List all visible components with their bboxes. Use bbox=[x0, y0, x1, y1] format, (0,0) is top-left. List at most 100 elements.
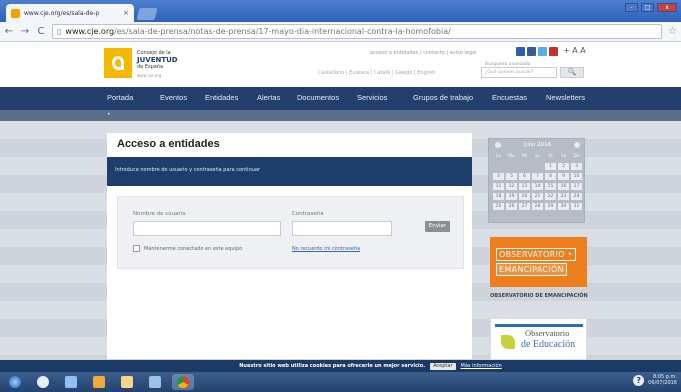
nav-encuestas[interactable]: Encuestas bbox=[492, 93, 527, 102]
calendar-day[interactable]: 13 bbox=[519, 183, 530, 190]
blogger-icon[interactable] bbox=[516, 47, 525, 56]
calendar-day[interactable]: 8 bbox=[545, 173, 556, 180]
calendar-day[interactable]: 2 bbox=[558, 163, 569, 170]
maximize-button[interactable]: □ bbox=[641, 3, 654, 12]
forgot-password-link[interactable]: No recuerdo mi contraseña bbox=[292, 246, 360, 252]
calendar-day[interactable]: 4 bbox=[493, 173, 504, 180]
calendar-day[interactable]: 5 bbox=[506, 173, 517, 180]
calendar-day[interactable]: 19 bbox=[506, 193, 517, 200]
calendar-day[interactable]: 6 bbox=[519, 173, 530, 180]
cje-logo[interactable] bbox=[104, 48, 132, 78]
page-icon: ▯ bbox=[57, 27, 62, 36]
nav-grupos-de-trabajo[interactable]: Grupos de trabajo bbox=[413, 93, 473, 102]
observatorio-educacion-banner[interactable]: Observatorio de Educación bbox=[490, 318, 587, 360]
nav-newsletters[interactable]: Newsletters bbox=[546, 93, 585, 102]
start-button[interactable] bbox=[4, 374, 26, 390]
calendar-weekday: Mi bbox=[521, 154, 528, 159]
help-icon[interactable]: ? bbox=[633, 374, 645, 386]
password-label: Contraseña bbox=[292, 211, 324, 217]
address-bar[interactable]: ▯ www.cje.org/es/sala-de-prensa/notas-de… bbox=[52, 24, 663, 39]
calendar-day[interactable]: 15 bbox=[545, 183, 556, 190]
calendar-day[interactable]: 11 bbox=[493, 183, 504, 190]
browser-tab[interactable]: www.cje.org/es/sala-de-p × bbox=[6, 4, 134, 22]
calendar-day[interactable]: 29 bbox=[545, 203, 556, 210]
calendar-day[interactable]: 16 bbox=[558, 183, 569, 190]
taskbar-media[interactable] bbox=[88, 374, 110, 390]
tab-close-icon[interactable]: × bbox=[123, 9, 129, 17]
remember-label: Mantenerme conectado en este equipo bbox=[144, 245, 243, 252]
calendar-grid: Lu Ma Mi Ju Vi Sá Do 1 2 3 4 5 6 7 8 9 10 11 12 13 14 15 16 17 1… bbox=[493, 153, 582, 210]
ie-icon bbox=[37, 376, 49, 388]
nav-eventos[interactable]: Eventos bbox=[160, 93, 187, 102]
nav-alertas[interactable]: Alertas bbox=[257, 93, 280, 102]
youtube-icon[interactable] bbox=[549, 47, 558, 56]
reload-icon[interactable]: C bbox=[36, 26, 46, 37]
back-icon[interactable]: ← bbox=[4, 26, 14, 37]
calendar-day[interactable]: 10 bbox=[571, 173, 582, 180]
nav-servicios[interactable]: Servicios bbox=[357, 93, 387, 102]
calendar-widget: julio 2016 Lu Ma Mi Ju Vi Sá Do 1 2 3 4 5 6 7 8 9 10 11 12… bbox=[488, 138, 585, 223]
url-path: /es/sala-de-prensa/notas-de-prensa/17-ma… bbox=[114, 27, 451, 36]
tray-date: 06/07/2016 bbox=[648, 380, 677, 386]
calendar-day[interactable]: 25 bbox=[493, 203, 504, 210]
next-month-icon[interactable] bbox=[574, 142, 580, 148]
search-button[interactable]: 🔍 bbox=[560, 67, 584, 78]
language-links[interactable]: Castellano | Euskara | Català | Galego |… bbox=[318, 70, 435, 76]
taskbar-explorer[interactable] bbox=[60, 374, 82, 390]
username-input[interactable] bbox=[133, 221, 281, 236]
calendar-empty-cell bbox=[519, 163, 530, 170]
login-title: Acceso a entidades bbox=[117, 138, 220, 150]
calendar-day[interactable]: 24 bbox=[571, 193, 582, 200]
nav-portada[interactable]: Portada bbox=[107, 93, 133, 102]
bookmark-star-icon[interactable]: ☆ bbox=[668, 26, 677, 37]
twitter-icon[interactable] bbox=[538, 47, 547, 56]
new-tab-button[interactable] bbox=[136, 8, 158, 20]
forward-icon[interactable]: → bbox=[20, 26, 30, 37]
top-links[interactable]: acceso a entidades | contacto | aviso le… bbox=[370, 50, 477, 56]
taskbar-chrome[interactable] bbox=[172, 374, 194, 390]
search-input[interactable]: ¿Qué quieres buscar? bbox=[481, 67, 557, 78]
minimize-button[interactable]: - bbox=[625, 3, 638, 12]
calendar-day[interactable]: 30 bbox=[558, 203, 569, 210]
observatorio-emancipacion-banner[interactable]: OBSERVATORIO • EMANCIPACIÓN bbox=[490, 237, 587, 287]
calendar-day[interactable]: 14 bbox=[532, 183, 543, 190]
cookie-more-link[interactable]: Más información bbox=[461, 363, 502, 369]
calendar-day[interactable]: 17 bbox=[571, 183, 582, 190]
obs-em-caption[interactable]: OBSERVATORIO DE EMANCIPACIÓN bbox=[490, 293, 588, 299]
calendar-day[interactable]: 22 bbox=[545, 193, 556, 200]
calendar-day[interactable]: 7 bbox=[532, 173, 543, 180]
calendar-day[interactable]: 26 bbox=[506, 203, 517, 210]
close-window-button[interactable]: x bbox=[657, 3, 677, 12]
username-label: Nombre de usuario bbox=[133, 211, 186, 217]
logo-text: Consejo de la JUVENTUD de España www.cje… bbox=[137, 50, 197, 78]
calendar-day[interactable]: 18 bbox=[493, 193, 504, 200]
facebook-icon[interactable] bbox=[527, 47, 536, 56]
remember-checkbox[interactable] bbox=[133, 245, 140, 252]
calendar-day[interactable]: 23 bbox=[558, 193, 569, 200]
password-input[interactable] bbox=[292, 221, 392, 236]
remember-me[interactable]: Mantenerme conectado en este equipo bbox=[133, 245, 242, 252]
prev-month-icon[interactable] bbox=[495, 142, 501, 148]
tab-title: www.cje.org/es/sala-de-p bbox=[24, 9, 100, 17]
app-icon bbox=[121, 376, 133, 388]
taskbar-app[interactable] bbox=[116, 374, 138, 390]
calendar-day[interactable]: 9 bbox=[558, 173, 569, 180]
calendar-day[interactable]: 1 bbox=[545, 163, 556, 170]
calendar-day[interactable]: 20 bbox=[519, 193, 530, 200]
nav-entidades[interactable]: Entidades bbox=[205, 93, 238, 102]
text-size-controls[interactable]: + A A bbox=[563, 46, 586, 55]
taskbar-photo[interactable] bbox=[144, 374, 166, 390]
calendar-day[interactable]: 3 bbox=[571, 163, 582, 170]
calendar-day[interactable]: 12 bbox=[506, 183, 517, 190]
calendar-day[interactable]: 21 bbox=[532, 193, 543, 200]
calendar-day[interactable]: 28 bbox=[532, 203, 543, 210]
calendar-day[interactable]: 27 bbox=[519, 203, 530, 210]
submit-button[interactable]: Enviar bbox=[425, 221, 450, 232]
nav-documentos[interactable]: Documentos bbox=[297, 93, 339, 102]
browser-toolbar: ← → C ▯ www.cje.org/es/sala-de-prensa/no… bbox=[0, 22, 681, 42]
taskbar-ie[interactable] bbox=[32, 374, 54, 390]
cookie-accept-button[interactable]: Aceptar bbox=[430, 362, 456, 370]
taskbar bbox=[0, 372, 681, 392]
tray-clock[interactable]: 8:05 p.m. 06/07/2016 bbox=[648, 374, 677, 386]
calendar-day[interactable]: 31 bbox=[571, 203, 582, 210]
